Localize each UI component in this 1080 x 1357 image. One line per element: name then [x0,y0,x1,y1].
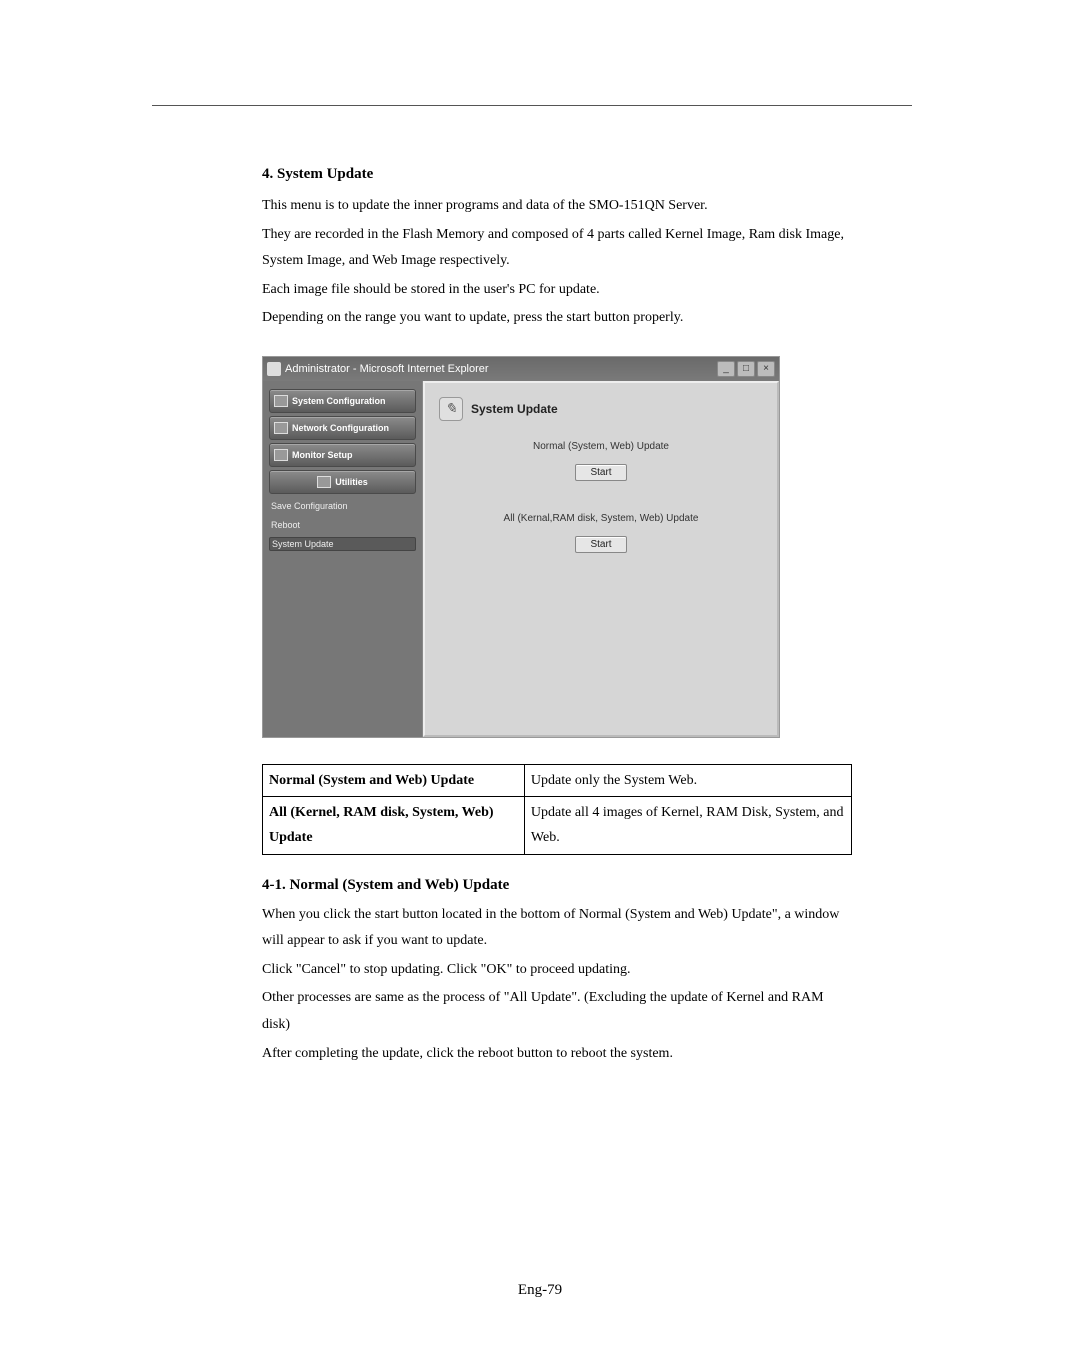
normal-update-label: Normal (System, Web) Update [439,441,763,452]
close-button[interactable]: × [757,361,775,377]
maximize-button[interactable]: □ [737,361,755,377]
sidebar-item-network-configuration[interactable]: Network Configuration [269,416,416,440]
minimize-button[interactable]: _ [717,361,735,377]
sidebar-item-label: Network Configuration [292,423,389,433]
sidebar-subitem-reboot[interactable]: Reboot [269,518,416,532]
table-row: Normal (System and Web) Update Update on… [263,764,852,796]
wrench-icon [317,476,331,488]
section-heading: 4. System Update [262,166,852,183]
table-row: All (Kernel, RAM disk, System, Web) Upda… [263,797,852,854]
body-text: Other processes are same as the process … [262,985,852,1038]
sidebar-item-utilities[interactable]: Utilities [269,470,416,494]
body-text: Each image file should be stored in the … [262,277,852,304]
sidebar-item-label: Monitor Setup [292,450,353,460]
sidebar-item-monitor-setup[interactable]: Monitor Setup [269,443,416,467]
body-text: When you click the start button located … [262,902,852,955]
table-cell-key: Normal (System and Web) Update [263,764,525,796]
normal-start-button[interactable]: Start [575,464,626,481]
sidebar-subitem-save-configuration[interactable]: Save Configuration [269,499,416,513]
monitor-icon [274,395,288,407]
horizontal-rule [152,105,912,106]
body-text: Depending on the range you want to updat… [262,305,852,332]
sidebar: System Configuration Network Configurati… [263,381,423,737]
update-description-table: Normal (System and Web) Update Update on… [262,764,852,855]
titlebar: Administrator - Microsoft Internet Explo… [263,357,779,381]
monitor-icon [274,449,288,461]
sidebar-item-label: Utilities [335,477,368,487]
panel-title: System Update [471,402,558,416]
sidebar-subitem-system-update[interactable]: System Update [269,537,416,551]
network-icon [274,422,288,434]
window-title: Administrator - Microsoft Internet Explo… [285,363,489,375]
body-text: Click "Cancel" to stop updating. Click "… [262,957,852,984]
subsection-heading: 4-1. Normal (System and Web) Update [262,877,852,894]
all-update-label: All (Kernal,RAM disk, System, Web) Updat… [439,513,763,524]
app-icon [267,362,281,376]
table-cell-value: Update only the System Web. [524,764,851,796]
body-text: After completing the update, click the r… [262,1041,852,1068]
table-cell-key: All (Kernel, RAM disk, System, Web) Upda… [263,797,525,854]
page-number: Eng-79 [0,1282,1080,1299]
all-start-button[interactable]: Start [575,536,626,553]
body-text: This menu is to update the inner program… [262,193,852,220]
sidebar-item-system-configuration[interactable]: System Configuration [269,389,416,413]
main-panel: ✎ System Update Normal (System, Web) Upd… [423,381,779,737]
embedded-window: Administrator - Microsoft Internet Explo… [262,356,780,738]
wrench-icon: ✎ [439,397,463,421]
body-text: They are recorded in the Flash Memory an… [262,222,852,275]
sidebar-item-label: System Configuration [292,396,386,406]
table-cell-value: Update all 4 images of Kernel, RAM Disk,… [524,797,851,854]
